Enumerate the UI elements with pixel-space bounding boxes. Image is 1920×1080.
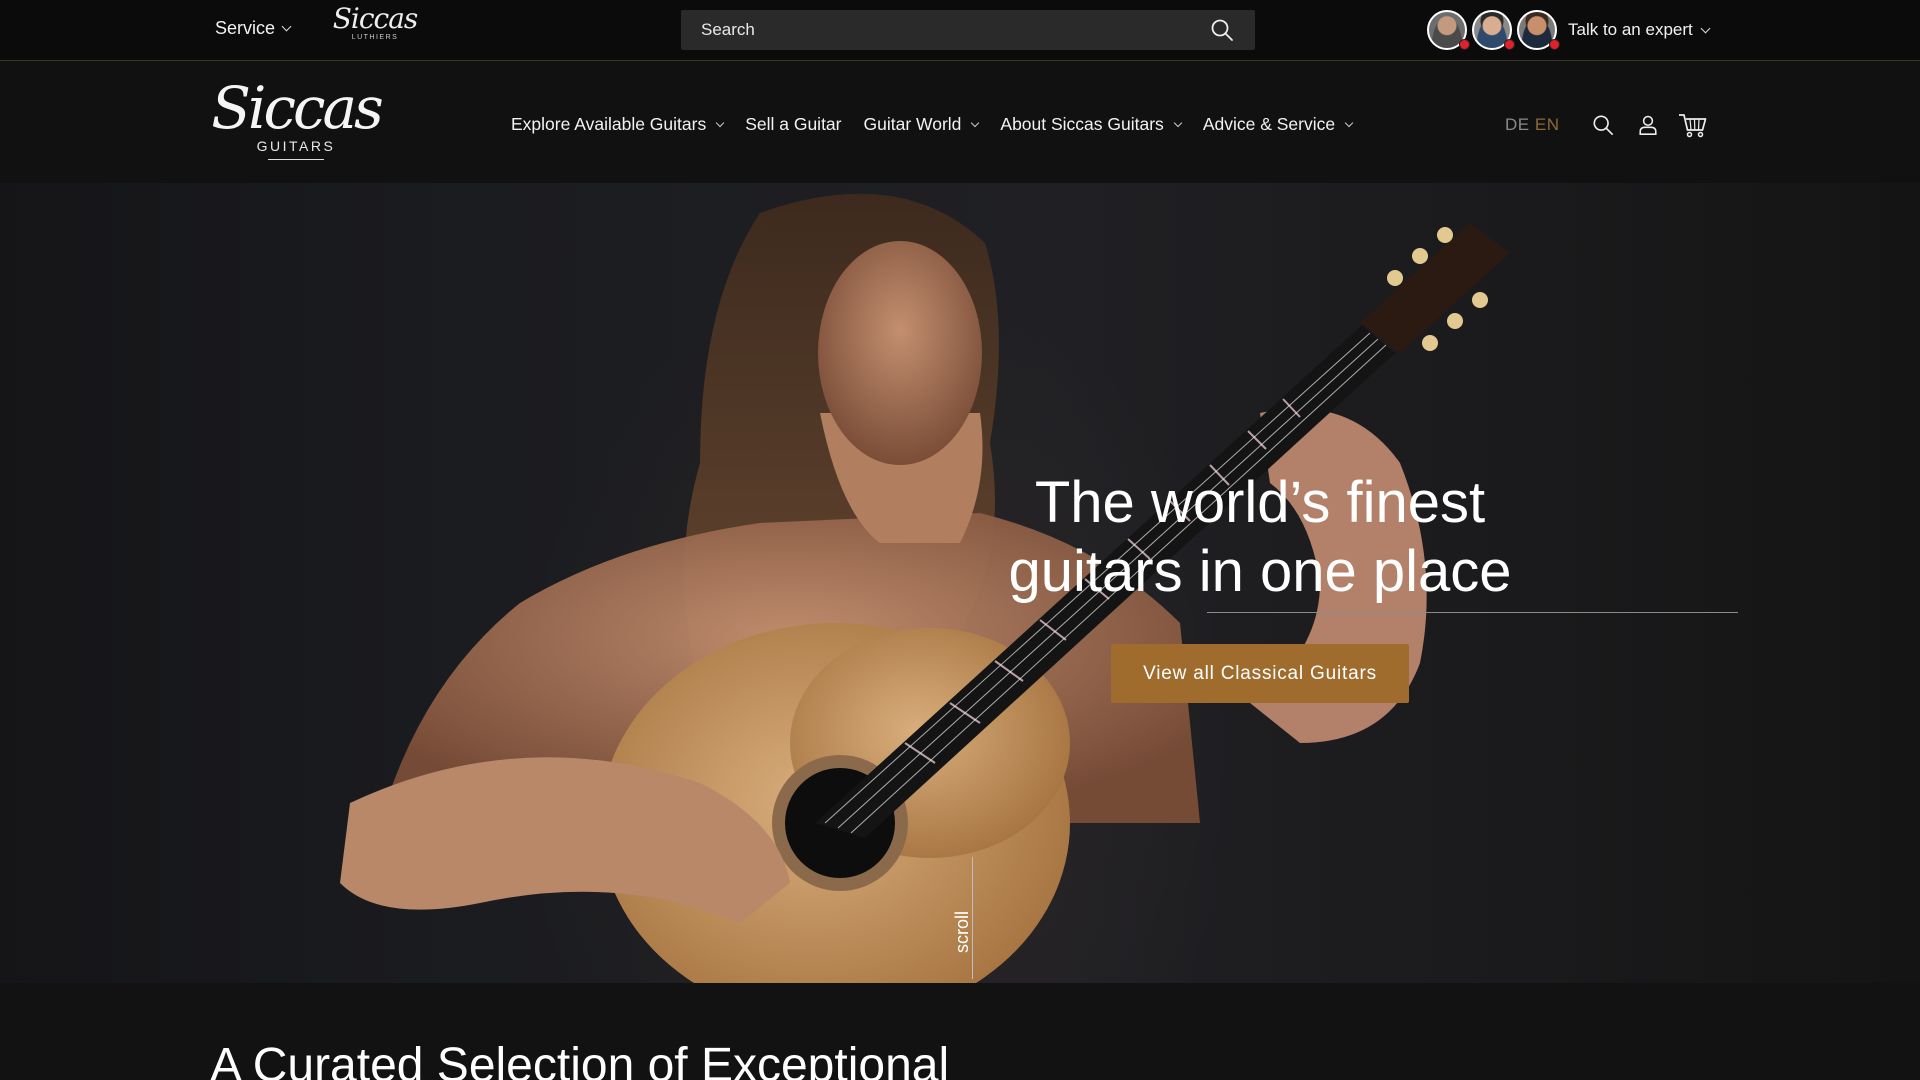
scroll-indicator-line [972, 857, 973, 979]
main-header: Siccas GUITARS Explore Available Guitars… [0, 62, 1920, 183]
account-icon [1639, 115, 1657, 135]
chevron-down-icon [1173, 118, 1183, 127]
expert-contact[interactable]: Talk to an expert [1427, 10, 1711, 50]
nav-item-label: Advice & Service [1202, 114, 1336, 134]
hero-banner: The world’s finest guitars in one place … [0, 183, 1920, 983]
online-status-dot [1549, 39, 1560, 50]
view-classical-guitars-button[interactable]: View all Classical Guitars [1111, 644, 1409, 703]
siccas-guitars-logo[interactable]: Siccas GUITARS [210, 68, 384, 178]
search-icon [1593, 115, 1613, 135]
expert-avatar-3[interactable] [1517, 10, 1562, 50]
search-input[interactable] [701, 20, 1209, 40]
account-button[interactable] [1635, 112, 1661, 138]
nav-item-guitar-world[interactable]: Guitar World [863, 114, 980, 135]
online-status-dot [1504, 39, 1515, 50]
nav-item-advice-service[interactable]: Advice & Service [1202, 114, 1354, 135]
service-label: Service [215, 18, 276, 38]
nav-item-label: About Siccas Guitars [1000, 114, 1164, 134]
header-search-button[interactable] [1590, 112, 1616, 138]
main-nav: Explore Available Guitars Sell a Guitar … [511, 114, 1354, 135]
lang-en-link[interactable]: EN [1535, 115, 1560, 134]
chevron-down-icon [1344, 118, 1354, 127]
hero-title-line-2: guitars in one place [1008, 539, 1512, 604]
hero-title-line-1: The world’s finest [1034, 470, 1486, 535]
luthiers-logo-script: Siccas [332, 2, 419, 35]
chevron-down-icon [1700, 23, 1711, 33]
expert-avatar-2[interactable] [1472, 10, 1517, 50]
nav-item-label: Sell a Guitar [745, 114, 842, 134]
chevron-down-icon [715, 118, 725, 127]
hero-divider [1207, 612, 1738, 613]
curated-selection-section: A Curated Selection of Exceptional [0, 983, 1920, 1080]
search-icon [1211, 19, 1233, 41]
nav-item-label: Guitar World [863, 114, 962, 134]
chevron-down-icon [281, 21, 292, 32]
hero-title: The world’s finest guitars in one place [960, 468, 1560, 606]
nav-item-explore-available-guitars[interactable]: Explore Available Guitars [511, 114, 725, 135]
nav-item-label: Explore Available Guitars [511, 114, 707, 134]
top-utility-bar: Service Siccas LUTHIERS Talk to an e [0, 0, 1920, 61]
chevron-down-icon [971, 118, 980, 127]
siccas-luthiers-logo[interactable]: Siccas LUTHIERS [330, 2, 420, 52]
talk-to-expert-label: Talk to an expert [1568, 20, 1693, 39]
section-heading: A Curated Selection of Exceptional [210, 1039, 950, 1080]
logo-script: Siccas [211, 74, 384, 142]
language-switcher: DE EN [1505, 115, 1559, 135]
service-menu[interactable]: Service [215, 18, 292, 39]
logo-underline [268, 159, 324, 160]
nav-item-sell-a-guitar[interactable]: Sell a Guitar [745, 114, 841, 135]
lang-de-link[interactable]: DE [1505, 115, 1530, 134]
nav-item-about-siccas-guitars[interactable]: About Siccas Guitars [1000, 114, 1183, 135]
search-bar [681, 10, 1255, 50]
talk-to-expert-button[interactable]: Talk to an expert [1568, 20, 1711, 40]
cart-icon [1679, 114, 1707, 138]
expert-avatar-1[interactable] [1427, 10, 1472, 50]
cart-button[interactable] [1678, 112, 1708, 138]
online-status-dot [1459, 39, 1470, 50]
search-button[interactable] [1209, 17, 1235, 43]
scroll-indicator[interactable]: scroll [952, 911, 972, 953]
